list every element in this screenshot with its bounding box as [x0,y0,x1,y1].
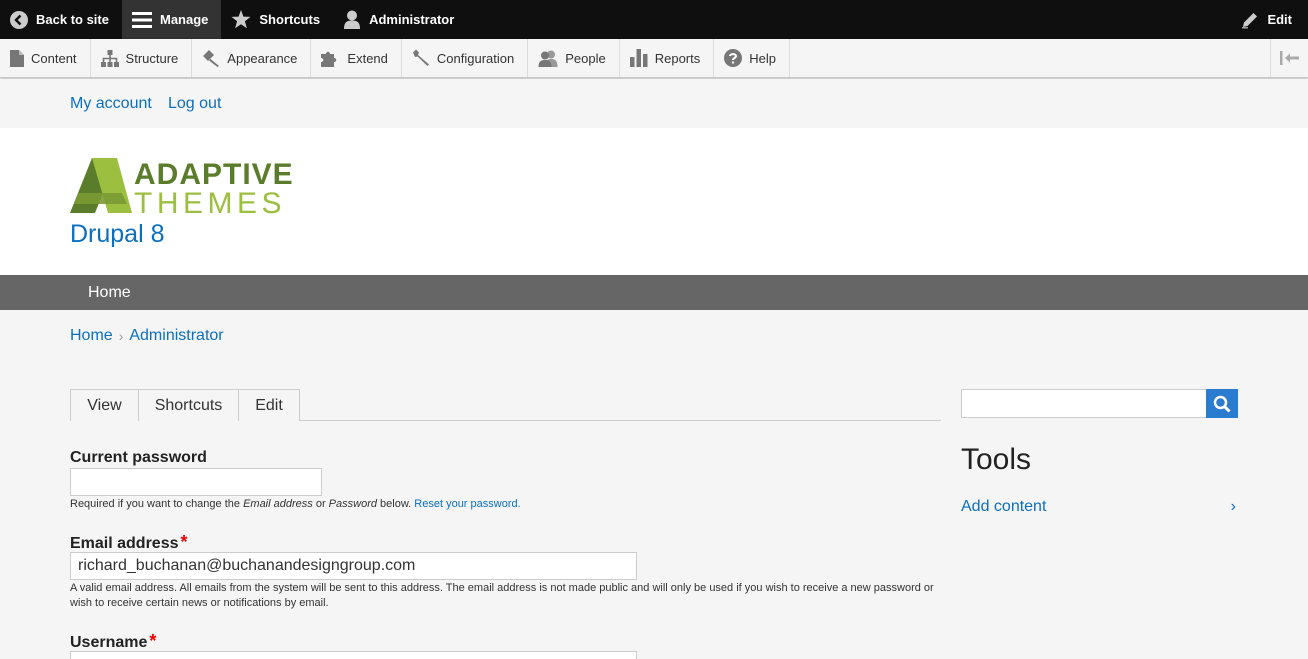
tab-shortcuts[interactable]: Shortcuts [138,389,239,421]
sitemap-icon [100,49,119,67]
manage-tab[interactable]: Manage [121,0,222,39]
paint-brush-icon [203,49,220,67]
chevron-right-icon: › [1230,498,1236,515]
site-header: ADAPTIVE THEMES Drupal 8 [0,128,1308,275]
email-description: A valid email address. All emails from t… [70,582,934,609]
search-input[interactable] [961,389,1207,418]
current-password-label: Current password [70,449,207,466]
log-out-link[interactable]: Log out [168,95,221,113]
breadcrumb-separator: › [118,328,124,344]
breadcrumb: Home › Administrator [70,327,224,345]
tools-block-title: Tools [961,443,1032,476]
user-icon [344,10,361,29]
user-label: Administrator [369,12,455,27]
breadcrumb-home[interactable]: Home [70,327,113,345]
admin-menu-tray: Content Structure Appearance Extend Conf… [0,39,1308,78]
edit-toggle[interactable]: Edit [1231,0,1308,39]
add-content-link[interactable]: Add content [961,498,1046,516]
tray-item-people[interactable]: People [528,39,620,77]
current-password-input[interactable] [70,468,322,496]
people-icon [538,50,558,67]
user-tab[interactable]: Administrator [333,0,467,39]
tray-item-extend-label: Extend [347,50,388,66]
search-button[interactable] [1206,389,1238,418]
puzzle-icon [321,51,337,67]
search-icon [1213,395,1231,413]
local-tasks-tabs: View Shortcuts Edit [70,389,941,421]
back-to-site-label: Back to site [36,12,109,27]
breadcrumb-current[interactable]: Administrator [129,327,223,345]
tray-item-appearance-label: Appearance [227,50,298,66]
tray-item-reports[interactable]: Reports [620,39,715,77]
tray-item-configuration-label: Configuration [436,50,515,66]
tray-item-help-label: Help [749,50,776,66]
manage-label: Manage [159,12,209,27]
shortcuts-tab[interactable]: Shortcuts [221,0,333,39]
star-icon [231,10,251,29]
logo-text-bottom: THEMES [134,187,286,214]
my-account-link[interactable]: My account [70,95,152,113]
tray-item-extend[interactable]: Extend [311,39,402,77]
tray-item-people-label: People [565,50,606,66]
tab-edit[interactable]: Edit [238,389,300,421]
collapse-left-icon [1279,51,1299,65]
username-label: Username * [70,631,157,651]
tab-view[interactable]: View [70,389,139,421]
tray-item-reports-label: Reports [654,50,701,66]
username-field[interactable] [70,651,637,659]
tray-item-configuration[interactable]: Configuration [402,39,529,77]
bar-chart-icon [629,49,648,67]
email-label: Email address * [70,532,188,552]
tray-item-content-label: Content [31,50,77,66]
site-logo[interactable]: ADAPTIVE THEMES [70,158,312,220]
admin-toolbar: Back to site Manage Shortcuts Administra… [0,0,1308,39]
wrench-icon [412,49,429,66]
tray-orientation-toggle[interactable] [1270,39,1308,77]
help-icon [724,49,743,67]
main-navigation: Home [0,275,1308,310]
tray-item-structure[interactable]: Structure [91,39,193,77]
required-marker: * [149,631,157,651]
tray-item-structure-label: Structure [125,50,179,66]
site-name-link[interactable]: Drupal 8 [70,220,165,249]
required-marker: * [180,532,188,552]
email-field[interactable] [70,552,637,580]
tray-item-appearance[interactable]: Appearance [192,39,312,77]
file-icon [10,49,24,67]
tray-item-content[interactable]: Content [0,39,91,77]
tray-item-help[interactable]: Help [714,39,790,77]
add-content-menu-item[interactable]: Add content › [961,498,1238,516]
shortcuts-label: Shortcuts [259,12,321,27]
main-nav-home[interactable]: Home [88,284,131,302]
edit-label: Edit [1267,12,1292,27]
current-password-description: Required if you want to change the Email… [70,498,521,510]
secondary-menu: My account Log out [0,79,1308,128]
pencil-icon [1242,12,1258,28]
back-to-site-link[interactable]: Back to site [0,0,122,39]
reset-password-link[interactable]: Reset your password. [414,498,520,510]
back-arrow-icon [10,10,28,29]
hamburger-icon [131,11,152,28]
